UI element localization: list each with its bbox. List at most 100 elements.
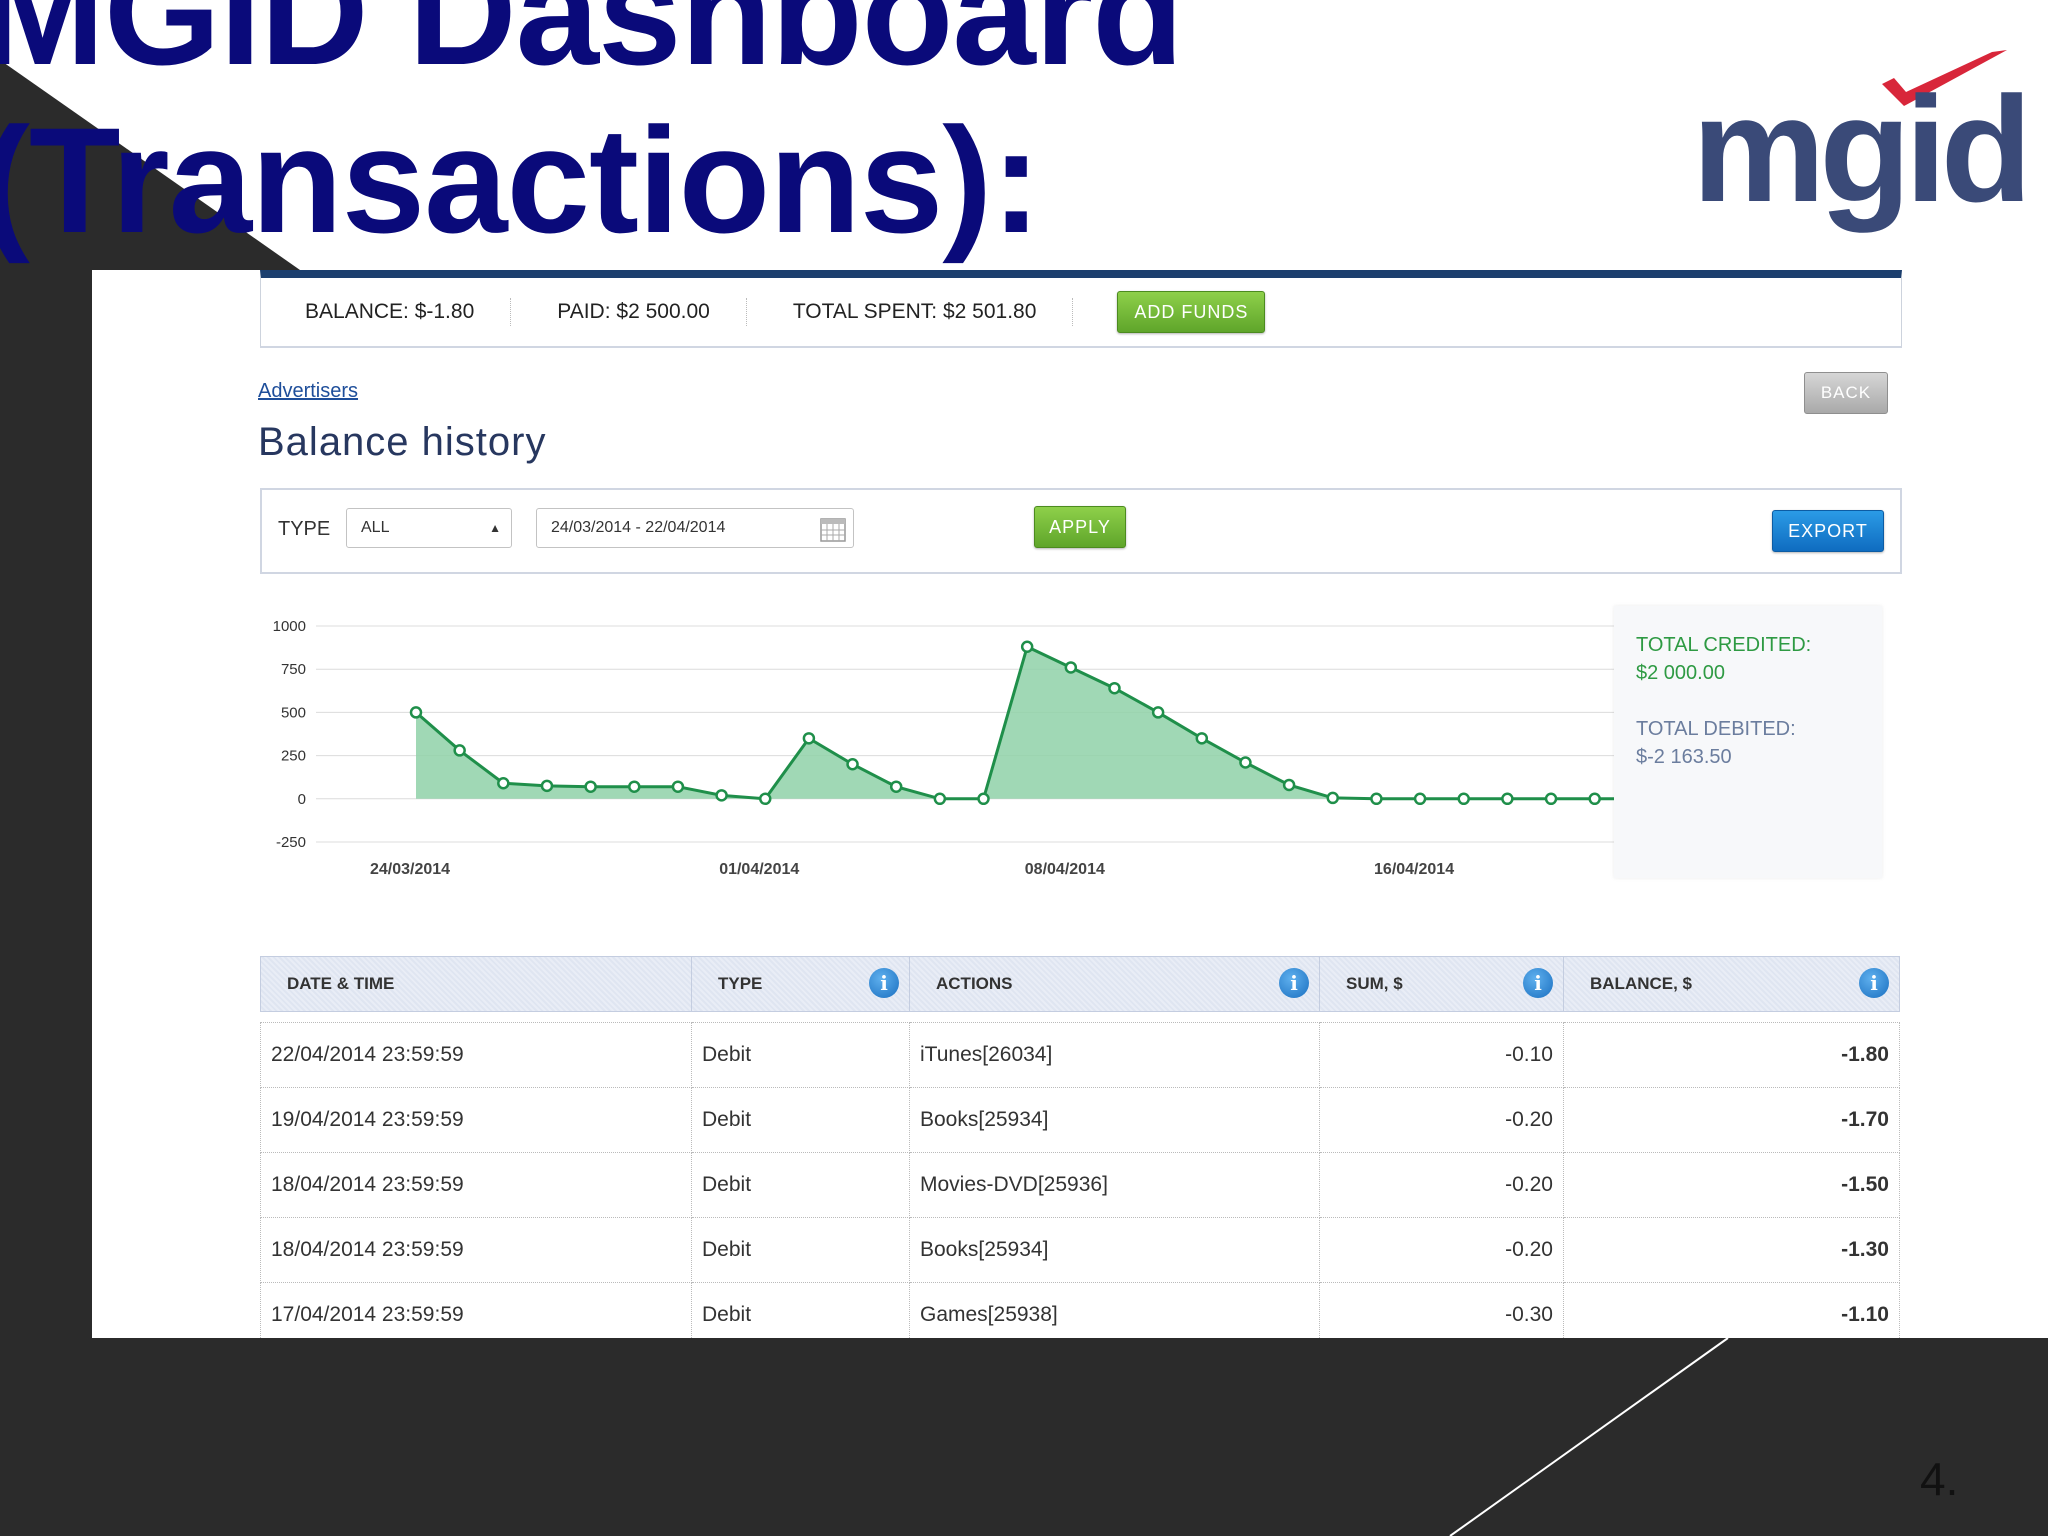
- chart-point: [1195, 732, 1209, 745]
- balance-history-chart: 1000 750 500 250 0 -250 24/03/2014 01/04/2014 08…: [273, 618, 1680, 878]
- account-summary-bar: BALANCE: $-1.80 PAID: $2 500.00 TOTAL SP…: [260, 270, 1902, 348]
- table-row: 18/04/2014 23:59:59 Debit Books[25934] -…: [260, 1218, 1900, 1283]
- chart-point: [628, 780, 641, 793]
- cell-type: Debit: [692, 1088, 910, 1153]
- cell-type: Debit: [692, 1283, 910, 1338]
- balance-stat: BALANCE: $-1.80: [305, 298, 512, 326]
- column-header-sum[interactable]: SUM, $ i: [1320, 956, 1564, 1012]
- column-header-label: DATE & TIME: [287, 974, 395, 993]
- cell-balance: -1.30: [1564, 1218, 1900, 1283]
- cell-balance: -1.80: [1564, 1022, 1900, 1088]
- info-icon[interactable]: i: [869, 968, 899, 998]
- total-credited-value: $2 000.00: [1636, 662, 1725, 684]
- cell-balance: -1.50: [1564, 1153, 1900, 1218]
- info-icon[interactable]: i: [1279, 968, 1309, 998]
- y-tick-label: -250: [276, 834, 306, 851]
- chart-point: [584, 780, 597, 793]
- cell-date-time: 19/04/2014 23:59:59: [260, 1088, 692, 1153]
- chart-point: [540, 779, 554, 793]
- chart-point: [1501, 792, 1514, 806]
- chart-point: [453, 744, 466, 757]
- total-credited-label: TOTAL CREDITED:: [1636, 634, 1812, 656]
- type-select[interactable]: ALL ▲: [346, 508, 512, 548]
- cell-sum: -0.20: [1320, 1153, 1564, 1218]
- breadcrumb-advertisers-link[interactable]: Advertisers: [258, 380, 358, 403]
- table-row: 22/04/2014 23:59:59 Debit iTunes[26034] …: [260, 1022, 1900, 1088]
- calendar-icon[interactable]: [819, 515, 847, 543]
- column-header-balance[interactable]: BALANCE, $ i: [1564, 956, 1900, 1012]
- chart-point: [1370, 792, 1383, 806]
- column-header-actions[interactable]: ACTIONS i: [910, 956, 1320, 1012]
- add-funds-button[interactable]: ADD FUNDS: [1117, 291, 1266, 333]
- chart-point: [933, 792, 947, 806]
- cell-action: Movies-DVD[25936]: [910, 1153, 1320, 1218]
- chart-point: [1108, 681, 1121, 695]
- table-row: 19/04/2014 23:59:59 Debit Books[25934] -…: [260, 1088, 1900, 1153]
- paid-stat: PAID: $2 500.00: [557, 298, 747, 326]
- date-range-input[interactable]: 24/03/2014 - 22/04/2014: [536, 508, 854, 548]
- cell-date-time: 18/04/2014 23:59:59: [260, 1153, 692, 1218]
- info-icon[interactable]: i: [1859, 968, 1889, 998]
- cell-sum: -0.10: [1320, 1022, 1564, 1088]
- table-row: 17/04/2014 23:59:59 Debit Games[25938] -…: [260, 1283, 1900, 1338]
- cell-balance: -1.70: [1564, 1088, 1900, 1153]
- chart-point: [758, 792, 772, 806]
- slide-number: 4.: [1920, 1453, 1959, 1505]
- cell-action: Games[25938]: [910, 1283, 1320, 1338]
- chart-point: [1413, 792, 1427, 806]
- info-icon[interactable]: i: [1523, 968, 1553, 998]
- cell-action: Books[25934]: [910, 1088, 1320, 1153]
- cell-type: Debit: [692, 1153, 910, 1218]
- chart-point: [409, 706, 423, 719]
- type-filter-label: TYPE: [278, 518, 331, 540]
- slide-title-line-1: MGID Dashboard: [0, 0, 1184, 96]
- cell-date-time: 17/04/2014 23:59:59: [260, 1283, 692, 1338]
- chart-point: [802, 732, 816, 745]
- column-header-type[interactable]: TYPE i: [692, 956, 910, 1012]
- chart-point: [977, 792, 990, 806]
- x-tick-label: 08/04/2014: [1025, 861, 1105, 878]
- chart-point: [846, 757, 859, 771]
- transactions-table: DATE & TIME TYPE i ACTIONS i SUM, $ i BALAN…: [260, 956, 1900, 1338]
- y-tick-label: 0: [298, 791, 306, 808]
- chart-point: [715, 789, 728, 802]
- column-header-label: BALANCE, $: [1590, 974, 1693, 993]
- table-header-row: DATE & TIME TYPE i ACTIONS i SUM, $ i BALAN…: [260, 956, 1900, 1012]
- mgid-logo: mgid: [1692, 44, 2032, 234]
- y-tick-label: 750: [281, 661, 306, 678]
- chart-point: [497, 776, 510, 790]
- chart-point: [1239, 756, 1252, 769]
- cell-date-time: 18/04/2014 23:59:59: [260, 1218, 692, 1283]
- column-header-label: SUM, $: [1346, 974, 1403, 993]
- select-arrows-icon: ▲: [489, 521, 501, 535]
- chart-point: [1457, 792, 1470, 806]
- page-title: Balance history: [258, 420, 547, 464]
- slide-title-line-2: (Transactions):: [0, 96, 1041, 264]
- cell-date-time: 22/04/2014 23:59:59: [260, 1022, 692, 1088]
- chart-point: [1544, 792, 1558, 806]
- total-debited-value: $-2 163.50: [1636, 746, 1732, 768]
- slide-title: MGID Dashboard (Transactions):: [0, 0, 1184, 264]
- cell-action: Books[25934]: [910, 1218, 1320, 1283]
- chart-point: [1151, 706, 1165, 719]
- column-header-date-time[interactable]: DATE & TIME: [260, 956, 692, 1012]
- cell-type: Debit: [692, 1218, 910, 1283]
- x-tick-label: 16/04/2014: [1374, 861, 1454, 878]
- chart-point: [1588, 792, 1601, 806]
- total-spent-stat: TOTAL SPENT: $2 501.80: [793, 298, 1074, 326]
- cell-sum: -0.20: [1320, 1088, 1564, 1153]
- total-debited-label: TOTAL DEBITED:: [1636, 718, 1796, 740]
- chart-point: [1326, 791, 1340, 805]
- cell-balance: -1.10: [1564, 1283, 1900, 1338]
- chart-point: [1064, 661, 1078, 674]
- back-button[interactable]: BACK: [1804, 372, 1888, 414]
- apply-button[interactable]: APPLY: [1034, 506, 1126, 548]
- column-header-label: TYPE: [718, 974, 763, 993]
- totals-panel: TOTAL CREDITED: $2 000.00 TOTAL DEBITED:…: [1614, 606, 1882, 878]
- x-tick-label: 01/04/2014: [719, 861, 799, 878]
- cell-action: iTunes[26034]: [910, 1022, 1320, 1088]
- logo-text: mgid: [1692, 65, 2032, 233]
- cell-sum: -0.20: [1320, 1218, 1564, 1283]
- date-range-value: 24/03/2014 - 22/04/2014: [551, 519, 726, 536]
- export-button[interactable]: EXPORT: [1772, 510, 1884, 552]
